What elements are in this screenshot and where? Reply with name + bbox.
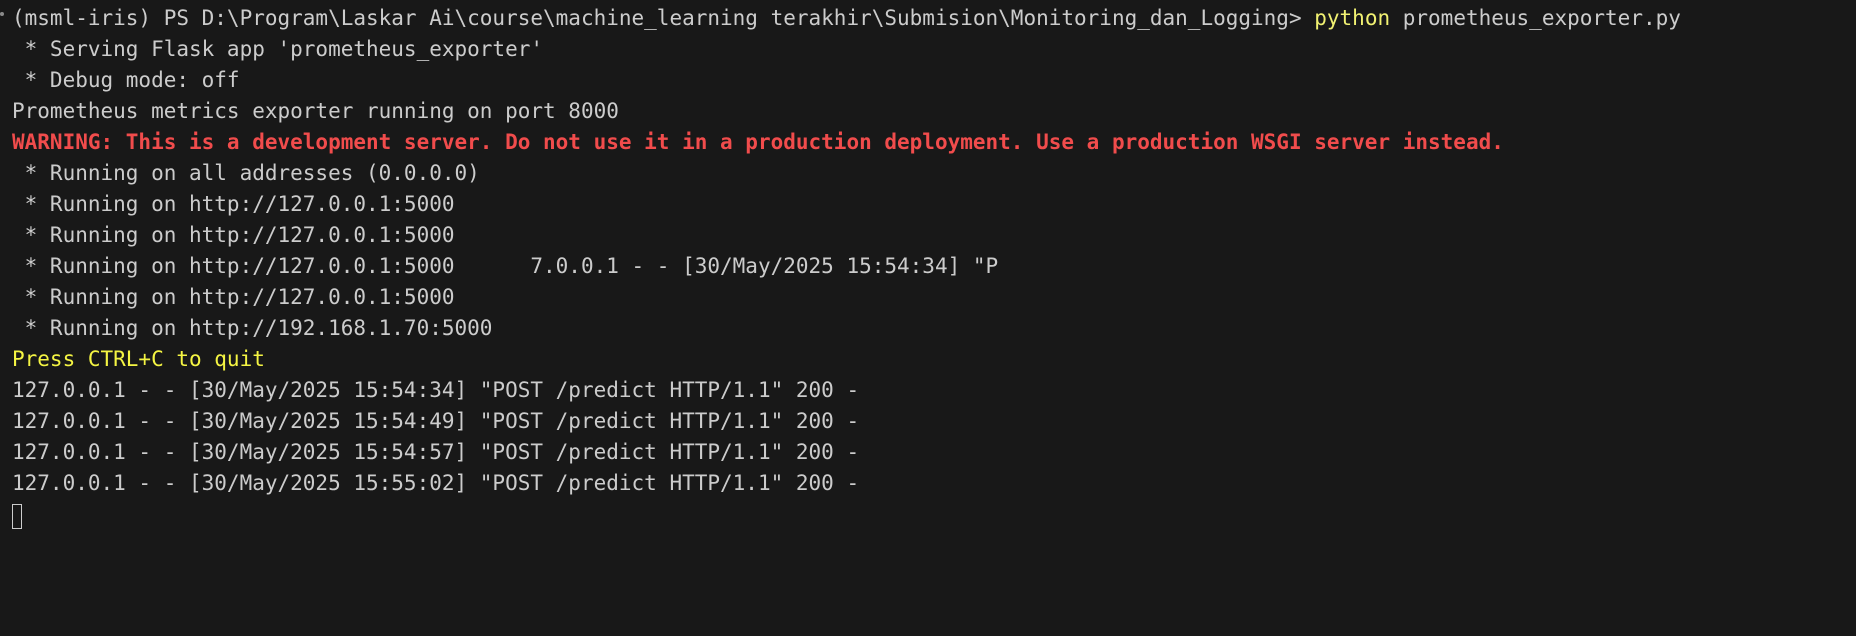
running-line: * Running on all addresses (0.0.0.0) bbox=[12, 161, 480, 185]
scroll-indicator-dot bbox=[0, 12, 4, 16]
command-name: python bbox=[1314, 6, 1391, 30]
output-line: Prometheus metrics exporter running on p… bbox=[12, 99, 619, 123]
terminal-output[interactable]: (msml-iris) PS D:\Program\Laskar Ai\cour… bbox=[0, 0, 1856, 636]
request-log-line: 127.0.0.1 - - [30/May/2025 15:54:34] "PO… bbox=[12, 378, 860, 402]
prompt-path: (msml-iris) PS D:\Program\Laskar Ai\cour… bbox=[12, 6, 1315, 30]
output-line: * Debug mode: off bbox=[12, 68, 240, 92]
output-line: * Serving Flask app 'prometheus_exporter… bbox=[12, 37, 544, 61]
request-log-line: 127.0.0.1 - - [30/May/2025 15:55:02] "PO… bbox=[12, 471, 860, 495]
running-line: * Running on http://192.168.1.70:5000 bbox=[12, 316, 493, 340]
running-line: * Running on http://127.0.0.1:5000 bbox=[12, 285, 455, 309]
running-line: * Running on http://127.0.0.1:5000 7.0.0… bbox=[12, 254, 999, 278]
running-line: * Running on http://127.0.0.1:5000 bbox=[12, 223, 455, 247]
warning-line: WARNING: This is a development server. D… bbox=[12, 130, 1504, 154]
running-line: * Running on http://127.0.0.1:5000 bbox=[12, 192, 455, 216]
command-args: prometheus_exporter.py bbox=[1390, 6, 1681, 30]
request-log-line: 127.0.0.1 - - [30/May/2025 15:54:57] "PO… bbox=[12, 440, 860, 464]
request-log-line: 127.0.0.1 - - [30/May/2025 15:54:49] "PO… bbox=[12, 409, 860, 433]
prompt-line: (msml-iris) PS D:\Program\Laskar Ai\cour… bbox=[12, 3, 1856, 34]
quit-hint: Press CTRL+C to quit bbox=[12, 347, 265, 371]
cursor-line bbox=[12, 499, 1856, 530]
text-cursor[interactable] bbox=[12, 503, 22, 529]
